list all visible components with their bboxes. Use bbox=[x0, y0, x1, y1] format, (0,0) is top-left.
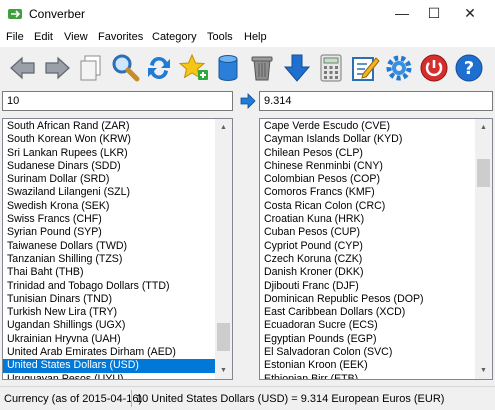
list-item[interactable]: Swiss Francs (CHF) bbox=[3, 213, 215, 226]
scroll-down-icon[interactable]: ▼ bbox=[475, 362, 492, 379]
list-item[interactable]: Djibouti Franc (DJF) bbox=[260, 280, 475, 293]
list-item-selected[interactable]: United States Dollars (USD) bbox=[3, 359, 215, 373]
list-item[interactable]: Chinese Renminbi (CNY) bbox=[260, 160, 475, 173]
list-item[interactable]: Surinam Dollar (SRD) bbox=[3, 173, 215, 186]
list-item[interactable]: Thai Baht (THB) bbox=[3, 266, 215, 279]
menu-edit[interactable]: Edit bbox=[34, 31, 53, 43]
list-item[interactable]: Czech Koruna (CZK) bbox=[260, 253, 475, 266]
list-item[interactable]: Cape Verde Escudo (CVE) bbox=[260, 120, 475, 133]
list-item[interactable]: Tanzanian Shilling (TZS) bbox=[3, 253, 215, 266]
list-item[interactable]: South Korean Won (KRW) bbox=[3, 133, 215, 146]
list-item[interactable]: El Salvadoran Colon (SVC) bbox=[260, 346, 475, 359]
status-divider bbox=[131, 390, 132, 407]
list-item[interactable]: Chilean Pesos (CLP) bbox=[260, 147, 475, 160]
list-item[interactable]: Dominican Republic Pesos (DOP) bbox=[260, 293, 475, 306]
list-item[interactable]: Ethiopian Birr (ETB) bbox=[260, 373, 475, 379]
menu-file[interactable]: File bbox=[6, 31, 24, 43]
swap-icon[interactable] bbox=[143, 52, 175, 84]
list-item[interactable]: Ecuadoran Sucre (ECS) bbox=[260, 319, 475, 332]
title-bar: Converber — ☐ ✕ bbox=[0, 0, 495, 28]
scroll-thumb[interactable] bbox=[477, 159, 490, 187]
convert-arrow-icon[interactable] bbox=[240, 93, 256, 109]
maximize-button[interactable]: ☐ bbox=[416, 0, 452, 28]
list-item[interactable]: South African Rand (ZAR) bbox=[3, 120, 215, 133]
list-item[interactable]: Danish Kroner (DKK) bbox=[260, 266, 475, 279]
list-item[interactable]: Ukrainian Hryvna (UAH) bbox=[3, 333, 215, 346]
calculator-icon[interactable] bbox=[315, 52, 347, 84]
list-item[interactable]: Trinidad and Tobago Dollars (TTD) bbox=[3, 280, 215, 293]
menu-bar: File Edit View Favorites Category Tools … bbox=[0, 28, 495, 47]
list-item[interactable]: Swaziland Lilangeni (SZL) bbox=[3, 186, 215, 199]
app-icon bbox=[8, 9, 22, 19]
add-favorite-icon[interactable] bbox=[178, 52, 210, 84]
status-category: Currency (as of 2015-04-16) bbox=[4, 393, 143, 405]
to-currency-list[interactable]: Cape Verde Escudo (CVE) Cayman Islands Do… bbox=[259, 118, 493, 380]
list-item[interactable]: Costa Rican Colon (CRC) bbox=[260, 200, 475, 213]
power-icon[interactable] bbox=[418, 52, 450, 84]
copy-icon[interactable] bbox=[75, 52, 107, 84]
from-currency-list[interactable]: South African Rand (ZAR) South Korean Won… bbox=[2, 118, 233, 380]
from-list-scrollbar[interactable]: ▲ ▼ bbox=[215, 119, 232, 379]
download-icon[interactable] bbox=[281, 52, 313, 84]
list-item[interactable]: Sri Lankan Rupees (LKR) bbox=[3, 147, 215, 160]
help-icon[interactable]: ? bbox=[453, 52, 485, 84]
scroll-up-icon[interactable]: ▲ bbox=[475, 119, 492, 136]
settings-icon[interactable] bbox=[383, 52, 415, 84]
list-item[interactable]: Sudanese Dinars (SDD) bbox=[3, 160, 215, 173]
list-item[interactable]: Croatian Kuna (HRK) bbox=[260, 213, 475, 226]
list-item[interactable]: Taiwanese Dollars (TWD) bbox=[3, 240, 215, 253]
list-item[interactable]: Ugandan Shillings (UGX) bbox=[3, 319, 215, 332]
list-item[interactable]: Tunisian Dinars (TND) bbox=[3, 293, 215, 306]
forward-icon[interactable] bbox=[41, 52, 73, 84]
list-item[interactable]: Uruguayan Pesos (UYU) bbox=[3, 373, 215, 379]
menu-view[interactable]: View bbox=[64, 31, 88, 43]
scroll-down-icon[interactable]: ▼ bbox=[215, 362, 232, 379]
back-icon[interactable] bbox=[7, 52, 39, 84]
toolbar: ? bbox=[0, 47, 495, 89]
menu-favorites[interactable]: Favorites bbox=[98, 31, 143, 43]
status-bar: Currency (as of 2015-04-16) 10 United St… bbox=[0, 386, 495, 410]
from-amount-input[interactable]: 10 bbox=[2, 91, 233, 111]
list-item[interactable]: Colombian Pesos (COP) bbox=[260, 173, 475, 186]
minimize-button[interactable]: — bbox=[384, 0, 420, 28]
trash-icon[interactable] bbox=[246, 52, 278, 84]
list-item[interactable]: East Caribbean Dollars (XCD) bbox=[260, 306, 475, 319]
list-item[interactable]: Cypriot Pound (CYP) bbox=[260, 240, 475, 253]
close-window-button[interactable]: ✕ bbox=[452, 0, 488, 28]
list-item[interactable]: Estonian Kroon (EEK) bbox=[260, 359, 475, 372]
list-item[interactable]: Egyptian Pounds (EGP) bbox=[260, 333, 475, 346]
list-item[interactable]: Cayman Islands Dollar (KYD) bbox=[260, 133, 475, 146]
to-amount-output[interactable]: 9.314 bbox=[259, 91, 493, 111]
list-item[interactable]: Cuban Pesos (CUP) bbox=[260, 226, 475, 239]
to-list-scrollbar[interactable]: ▲ ▼ bbox=[475, 119, 492, 379]
list-item[interactable]: Turkish New Lira (TRY) bbox=[3, 306, 215, 319]
window-title: Converber bbox=[29, 7, 86, 21]
scroll-up-icon[interactable]: ▲ bbox=[215, 119, 232, 136]
list-item[interactable]: Comoros Francs (KMF) bbox=[260, 186, 475, 199]
notes-icon[interactable] bbox=[349, 52, 381, 84]
menu-tools[interactable]: Tools bbox=[207, 31, 233, 43]
list-item[interactable]: United Arab Emirates Dirham (AED) bbox=[3, 346, 215, 359]
svg-text:?: ? bbox=[464, 58, 474, 79]
list-item[interactable]: Swedish Krona (SEK) bbox=[3, 200, 215, 213]
list-item[interactable]: Syrian Pound (SYP) bbox=[3, 226, 215, 239]
menu-category[interactable]: Category bbox=[152, 31, 197, 43]
database-icon[interactable] bbox=[212, 52, 244, 84]
search-icon[interactable] bbox=[109, 52, 141, 84]
scroll-thumb[interactable] bbox=[217, 323, 230, 351]
status-result: 10 United States Dollars (USD) = 9.314 E… bbox=[136, 393, 445, 405]
menu-help[interactable]: Help bbox=[244, 31, 267, 43]
